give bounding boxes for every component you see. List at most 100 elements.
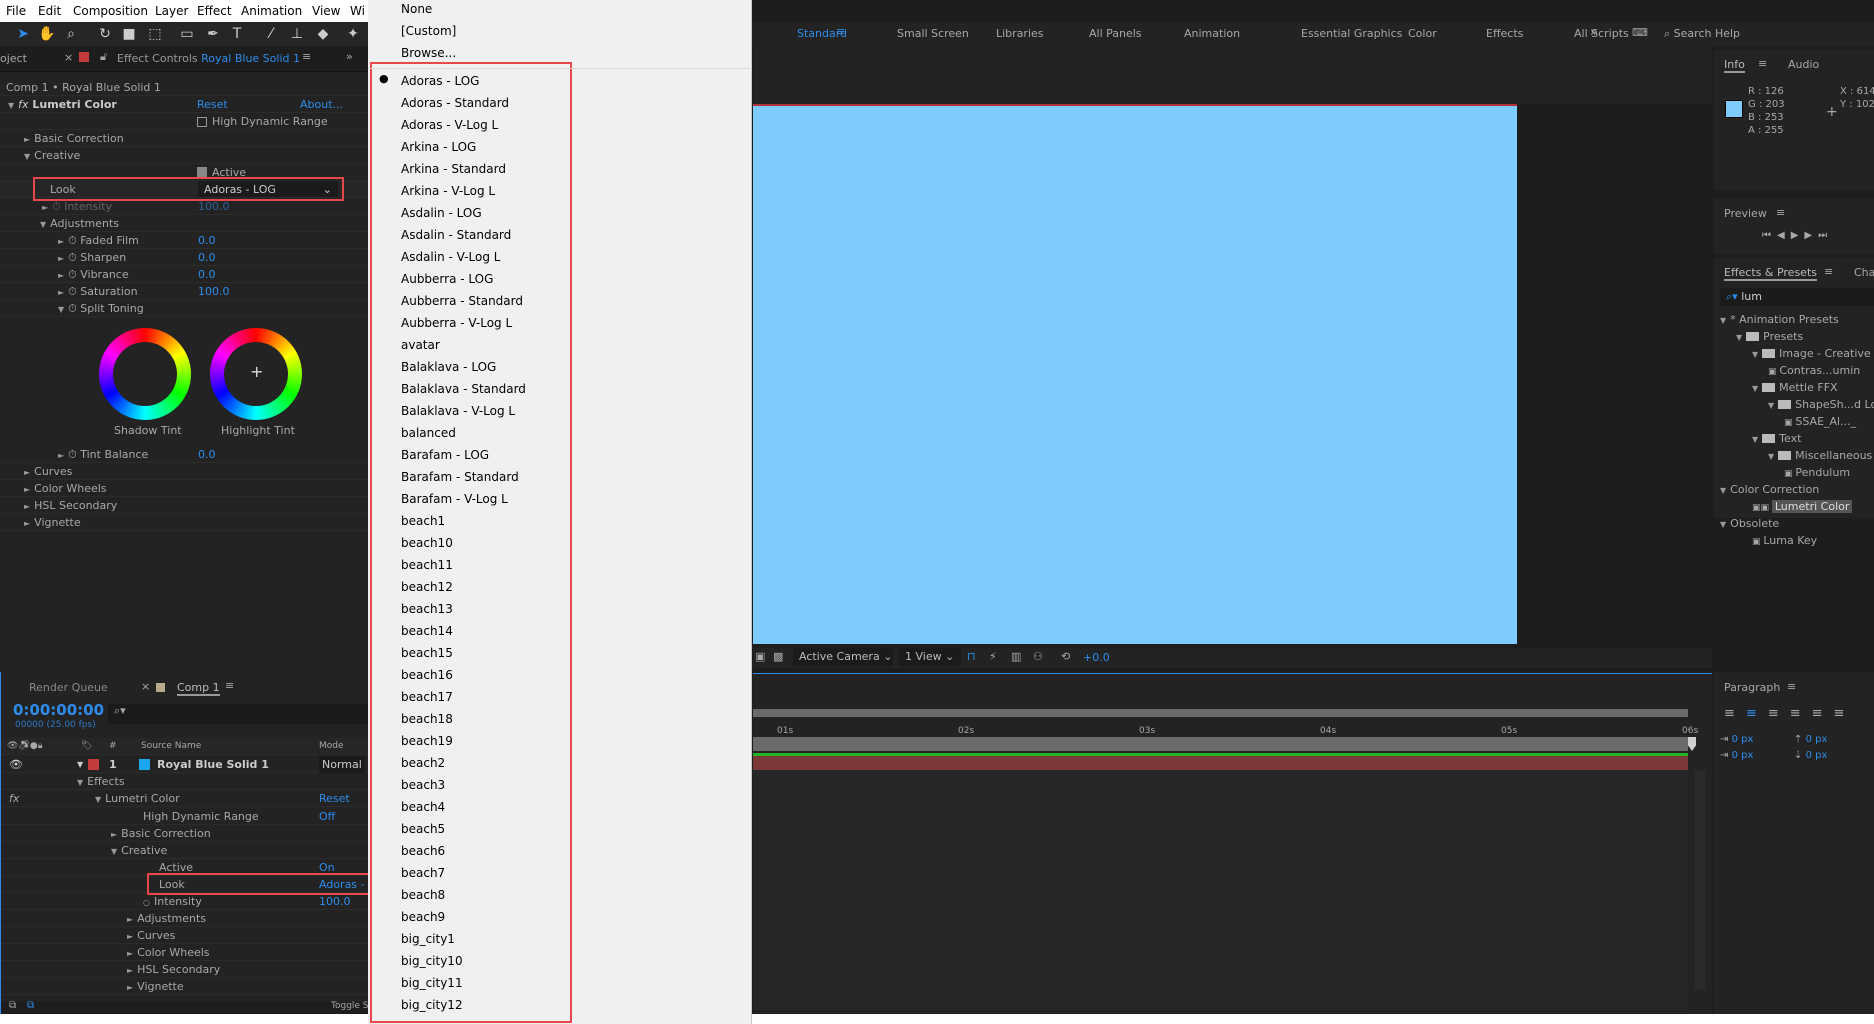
layer-search-input[interactable]: ⌕▾ bbox=[108, 704, 369, 724]
tab-paragraph[interactable]: Paragraph bbox=[1724, 681, 1780, 694]
mode-dropdown[interactable]: Normal bbox=[319, 756, 365, 773]
camera-tool-icon[interactable]: ■ bbox=[120, 25, 138, 43]
expand-triangle[interactable]: ▼ bbox=[77, 778, 83, 787]
dropdown-option[interactable]: beach16 bbox=[401, 668, 453, 682]
about-link[interactable]: About... bbox=[300, 98, 343, 111]
workspace-color[interactable]: Color bbox=[1408, 27, 1437, 40]
tab-audio[interactable]: Audio bbox=[1788, 58, 1819, 71]
close-icon[interactable]: × bbox=[64, 51, 73, 64]
section-row[interactable]: ► Color Wheels bbox=[0, 480, 368, 497]
col-source-name[interactable]: Source Name bbox=[141, 738, 201, 755]
menu-composition[interactable]: Composition bbox=[73, 4, 148, 18]
panel-menu-icon[interactable]: ≡ bbox=[1758, 57, 1767, 70]
eraser-tool-icon[interactable]: ◆ bbox=[314, 25, 332, 43]
tree-item[interactable]: ▣ SSAE_Al..._ bbox=[1784, 413, 1856, 430]
param-value[interactable]: 0.0 bbox=[198, 266, 216, 283]
playback-controls[interactable]: ⏮◀▶▶⏭ bbox=[1762, 230, 1833, 241]
toggle-switches-icon[interactable]: ⧉ bbox=[27, 1000, 34, 1011]
dropdown-option[interactable]: Adoras - V-Log L bbox=[401, 118, 498, 132]
dropdown-option[interactable]: beach9 bbox=[401, 910, 445, 924]
dropdown-option[interactable]: Aubberra - LOG bbox=[401, 272, 493, 286]
tree-item[interactable]: ▼ Text bbox=[1752, 430, 1801, 447]
brush-tool-icon[interactable]: ⁄ bbox=[262, 25, 280, 43]
dropdown-option[interactable]: big_city1 bbox=[401, 932, 455, 946]
menu-edit[interactable]: Edit bbox=[38, 4, 61, 18]
flowchart-icon[interactable]: ⚇ bbox=[1033, 650, 1043, 663]
exposure-icon[interactable]: ⟲ bbox=[1061, 650, 1070, 663]
adjustments-row[interactable]: ► Adjustments bbox=[1, 910, 368, 927]
effects-search-input[interactable]: ⌕▾ lum bbox=[1720, 288, 1874, 306]
dropdown-option[interactable]: beach8 bbox=[401, 888, 445, 902]
dropdown-option[interactable]: avatar bbox=[401, 338, 440, 352]
expand-triangle[interactable]: ► bbox=[127, 915, 133, 924]
expand-triangle[interactable]: ► bbox=[111, 830, 117, 839]
dropdown-option[interactable]: beach10 bbox=[401, 536, 453, 550]
dropdown-option[interactable]: beach7 bbox=[401, 866, 445, 880]
dropdown-option[interactable]: beach6 bbox=[401, 844, 445, 858]
views-dropdown[interactable]: 1 View ⌄ bbox=[899, 648, 961, 666]
dropdown-option[interactable]: Asdalin - Standard bbox=[401, 228, 511, 242]
time-navigator[interactable] bbox=[753, 737, 1688, 751]
tab-effect-controls[interactable]: Effect Controls Royal Blue Solid 1 bbox=[117, 52, 300, 65]
expand-triangle[interactable]: ▼ bbox=[95, 795, 101, 804]
basic-correction-row[interactable]: ► Basic Correction bbox=[0, 130, 368, 147]
intensity-row[interactable]: ○ Intensity 100.0 bbox=[1, 893, 368, 910]
tree-item[interactable]: ▼ Miscellaneous bbox=[1768, 447, 1872, 464]
align-buttons[interactable]: ≡≡≡≡≡≡ bbox=[1724, 706, 1855, 721]
dropdown-option[interactable]: beach14 bbox=[401, 624, 453, 638]
dropdown-option[interactable]: [Custom] bbox=[401, 24, 456, 38]
pen-tool-icon[interactable]: ✒ bbox=[204, 25, 222, 43]
timeline-scrollbar[interactable] bbox=[1695, 770, 1705, 990]
reset-link[interactable]: Reset bbox=[197, 98, 228, 111]
rotate-tool-icon[interactable]: ↻ bbox=[96, 25, 114, 43]
section-row[interactable]: ► Curves bbox=[1, 927, 368, 944]
menu-file[interactable]: File bbox=[6, 4, 26, 18]
dropdown-option[interactable]: beach17 bbox=[401, 690, 453, 704]
workspace-all-panels[interactable]: All Panels bbox=[1089, 27, 1142, 40]
section-row[interactable]: ► HSL Secondary bbox=[1, 961, 368, 978]
dropdown-option[interactable]: beach15 bbox=[401, 646, 453, 660]
indent-first[interactable]: ⇥ 0 px bbox=[1720, 750, 1753, 761]
tab-project[interactable]: oject bbox=[0, 52, 27, 65]
search-help[interactable]: ⌕ Search Help bbox=[1664, 27, 1740, 41]
section-row[interactable]: ► HSL Secondary bbox=[0, 497, 368, 514]
tree-item[interactable]: ▼ Obsolete bbox=[1720, 515, 1779, 532]
timecode[interactable]: 0:00:00:00 bbox=[13, 701, 104, 719]
rectangle-tool-icon[interactable]: ▭ bbox=[178, 25, 196, 43]
section-row[interactable]: ► Vignette bbox=[1, 978, 368, 995]
section-row[interactable]: ► Curves bbox=[0, 463, 368, 480]
tree-item[interactable]: ▼ Mettle FFX bbox=[1752, 379, 1838, 396]
dropdown-option[interactable]: None bbox=[401, 2, 432, 16]
pan-behind-tool-icon[interactable]: ⬚ bbox=[146, 25, 164, 43]
panel-menu-icon[interactable]: ≡ bbox=[1824, 265, 1833, 278]
creative-row[interactable]: ▼ Creative bbox=[1, 842, 368, 859]
param-value[interactable]: 0.0 bbox=[198, 232, 216, 249]
workspace-animation[interactable]: Animation bbox=[1184, 27, 1240, 40]
work-area-bar[interactable] bbox=[753, 709, 1688, 717]
close-icon[interactable]: × bbox=[141, 680, 150, 693]
dropdown-option[interactable]: beach4 bbox=[401, 800, 445, 814]
tree-item[interactable]: ▼ Color Correction bbox=[1720, 481, 1819, 498]
dropdown-option[interactable]: beach13 bbox=[401, 602, 453, 616]
expand-panels-icon[interactable]: » bbox=[346, 50, 353, 63]
tab-render-queue[interactable]: Render Queue bbox=[29, 681, 108, 694]
layer-row[interactable]: 👁︎ ▼ 1 Royal Blue Solid 1 Normal bbox=[1, 756, 368, 773]
expand-triangle[interactable]: ▼ bbox=[111, 847, 117, 856]
dropdown-option[interactable]: Balaklava - Standard bbox=[401, 382, 526, 396]
lock-icon[interactable]: 🔓︎ bbox=[100, 50, 107, 64]
dropdown-option[interactable]: Aubberra - V-Log L bbox=[401, 316, 512, 330]
dropdown-option[interactable]: Aubberra - Standard bbox=[401, 294, 523, 308]
menu-animation[interactable]: Animation bbox=[241, 4, 302, 18]
fast-preview-icon[interactable]: ⚡︎ bbox=[989, 650, 997, 663]
layer-name[interactable]: Royal Blue Solid 1 bbox=[157, 756, 269, 773]
dropdown-option[interactable]: Barafam - V-Log L bbox=[401, 492, 508, 506]
tree-item[interactable]: ▣▣ Lumetri Color bbox=[1752, 498, 1853, 515]
hand-tool-icon[interactable]: ✋ bbox=[38, 25, 56, 43]
param-value[interactable]: 0.0 bbox=[198, 446, 216, 463]
dropdown-option[interactable]: Arkina - Standard bbox=[401, 162, 506, 176]
dropdown-option[interactable]: Adoras - LOG bbox=[401, 74, 479, 88]
dropdown-option[interactable]: Asdalin - V-Log L bbox=[401, 250, 500, 264]
eye-icon[interactable]: 👁︎ bbox=[9, 756, 23, 773]
region-icon[interactable]: ▣ bbox=[755, 650, 765, 663]
panel-menu-icon[interactable]: ≡ bbox=[1776, 206, 1785, 219]
